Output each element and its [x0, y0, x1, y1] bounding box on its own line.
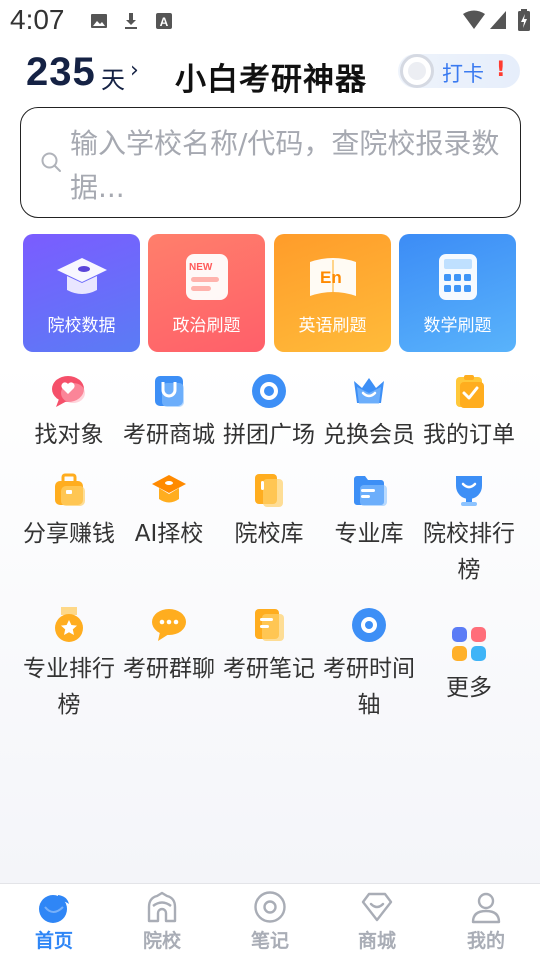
grid-item-group-chat[interactable]: 考研群聊: [119, 607, 219, 687]
grid-item-school-library[interactable]: 院校库: [219, 472, 319, 552]
grid-label: 考研群聊: [123, 656, 215, 682]
nav-schools[interactable]: 院校: [117, 890, 207, 953]
grid-label: 院校库: [234, 521, 304, 547]
nav-label: 首页: [34, 930, 73, 952]
group-chat-icon: [152, 609, 186, 641]
grid-item-redeem-vip[interactable]: 兑换会员: [319, 373, 419, 453]
medal-icon: [55, 607, 83, 642]
timeline-dot-icon: [352, 608, 386, 642]
nav-notes[interactable]: 笔记: [225, 890, 315, 953]
grid-label: 找对象: [34, 422, 104, 448]
nav-profile[interactable]: 我的: [441, 890, 531, 953]
school-folder-icon: [255, 474, 283, 507]
header: 235 天 › 小白考研神器 打卡 !: [0, 48, 540, 98]
new-document-icon: NEW: [186, 254, 228, 300]
countdown-unit[interactable]: 天: [101, 60, 125, 95]
grid-label: 更多: [446, 675, 492, 701]
signal-icon: [490, 11, 506, 29]
chevron-right-icon[interactable]: ›: [130, 58, 139, 83]
graduation-cap-icon: [57, 258, 107, 294]
grid-label: 考研商城: [123, 422, 215, 448]
notes-circle-icon: [254, 891, 286, 923]
search-input[interactable]: 输入学校名称/代码，查院校报录数据...: [70, 122, 510, 210]
grid-item-notes[interactable]: 考研笔记: [219, 607, 319, 687]
nav-home[interactable]: 首页: [9, 890, 99, 953]
ai-cap-icon: [152, 475, 186, 503]
grid-item-group-buy[interactable]: 拼团广场: [219, 373, 319, 453]
checkin-button[interactable]: 打卡 !: [398, 54, 520, 88]
battery-icon: [518, 9, 530, 31]
card-label: 英语刷题: [298, 316, 367, 336]
status-bar: 4:07 A: [0, 0, 540, 44]
grid-item-more[interactable]: 更多: [419, 626, 519, 706]
major-folder-icon: [354, 476, 387, 506]
a-box-icon: A: [156, 13, 172, 29]
grid-item-my-orders[interactable]: 我的订单: [419, 373, 519, 453]
card-math-quiz[interactable]: 数学刷题: [399, 234, 516, 352]
checkin-label: 打卡: [442, 62, 484, 86]
grid-item-shop[interactable]: 考研商城: [119, 373, 219, 453]
grid-item-timeline[interactable]: 考研时间轴: [319, 607, 419, 723]
shopping-bag-icon: [155, 376, 184, 407]
checkin-circle-icon: [400, 54, 434, 88]
grid-label: 专业排行榜: [23, 656, 115, 718]
briefcase-icon: [55, 473, 85, 506]
grid-item-share-earn[interactable]: 分享赚钱: [19, 472, 119, 552]
mall-heart-icon: [361, 892, 393, 922]
checkin-alert-badge: !: [496, 57, 506, 81]
nav-label: 商城: [357, 930, 396, 952]
grid-label: 我的订单: [423, 422, 515, 448]
grid-label: 分享赚钱: [23, 521, 115, 547]
svg-text:A: A: [160, 15, 169, 29]
grid-item-ai-school-pick[interactable]: AI择校: [119, 472, 219, 552]
grid-label: 拼团广场: [223, 422, 315, 448]
card-politics-quiz[interactable]: NEW 政治刷题: [148, 234, 265, 352]
search-bar[interactable]: 输入学校名称/代码，查院校报录数据...: [20, 107, 521, 218]
order-check-icon: [456, 375, 484, 408]
home-fish-icon: [39, 895, 69, 923]
grid-label: 考研笔记: [223, 656, 315, 682]
nav-label: 院校: [142, 930, 181, 952]
grid-item-major-ranking[interactable]: 专业排行榜: [19, 607, 119, 723]
nav-label: 我的: [466, 930, 505, 952]
grid-item-major-library[interactable]: 专业库: [319, 472, 419, 552]
card-english-quiz[interactable]: En 英语刷题: [274, 234, 391, 352]
card-label: 数学刷题: [423, 316, 492, 336]
school-icon: [147, 891, 177, 923]
app-title: 小白考研神器: [175, 62, 367, 98]
grid-item-school-ranking[interactable]: 院校排行榜: [419, 472, 519, 588]
countdown-days[interactable]: 235: [26, 50, 96, 95]
calculator-icon: [439, 254, 477, 300]
grid-label: 专业库: [334, 521, 404, 547]
svg-text:En: En: [320, 268, 342, 287]
grid-label: AI择校: [134, 521, 204, 547]
nav-label: 笔记: [250, 930, 289, 952]
card-label: 院校数据: [47, 316, 116, 336]
notes-icon: [255, 609, 284, 641]
bottom-nav: 首页 院校 笔记 商城 我的: [0, 883, 540, 960]
svg-text:NEW: NEW: [189, 262, 213, 273]
download-icon: [125, 13, 137, 29]
grid-item-find-partner[interactable]: 找对象: [19, 373, 119, 453]
grid-label: 兑换会员: [323, 422, 415, 448]
search-icon: [41, 152, 61, 172]
nav-mall[interactable]: 商城: [332, 890, 422, 953]
circle-dot-icon: [252, 374, 286, 408]
image-icon: [91, 14, 107, 28]
grid-label: 院校排行榜: [423, 521, 515, 583]
heart-chat-icon: [52, 376, 85, 407]
more-apps-icon: [452, 627, 486, 661]
grid-label: 考研时间轴: [323, 656, 415, 718]
crown-icon: [354, 378, 384, 404]
card-school-data[interactable]: 院校数据: [23, 234, 140, 352]
status-time: 4:07: [10, 4, 65, 35]
wifi-icon: [463, 10, 485, 29]
profile-icon: [471, 892, 501, 924]
english-book-icon: En: [310, 258, 356, 296]
trophy-icon: [456, 476, 482, 506]
card-label: 政治刷题: [172, 316, 241, 336]
